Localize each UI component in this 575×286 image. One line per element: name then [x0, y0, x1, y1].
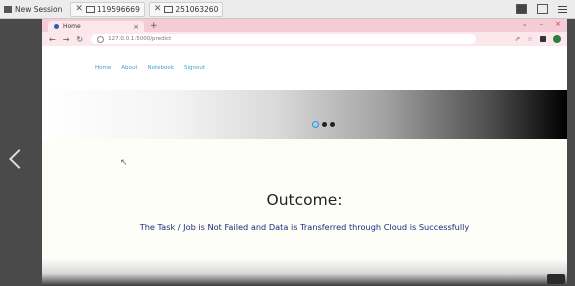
window-icon[interactable]	[537, 4, 548, 14]
address-bar[interactable]: 127.0.0.1:5000/predict	[91, 34, 477, 44]
site-nav: Home About Notebook Signout	[42, 46, 567, 90]
remote-viewer-bar: New Session ✕ 119596669 ✕ 251063260	[0, 0, 575, 19]
carousel-dot[interactable]	[322, 122, 327, 127]
nav-home[interactable]: Home	[95, 65, 111, 71]
tab-strip: Home × + ⌄ – ×	[42, 19, 567, 32]
minimize-icon[interactable]: –	[540, 20, 544, 28]
monitor-icon	[164, 5, 174, 13]
forward-icon[interactable]: →	[63, 35, 70, 44]
viewer-tab-label: 119596669	[96, 4, 140, 14]
back-icon[interactable]: ←	[49, 35, 56, 44]
session-icon	[4, 5, 12, 13]
browser-window: Home × + ⌄ – × ← → ↻ 127.0.0.1:5000/pred…	[42, 19, 567, 286]
fullscreen-icon[interactable]	[516, 4, 527, 14]
left-panel	[0, 19, 42, 286]
new-session-button[interactable]: New Session	[0, 0, 66, 18]
carousel-dot[interactable]	[312, 121, 319, 128]
hero-banner	[42, 90, 567, 139]
nav-about[interactable]: About	[121, 65, 137, 71]
nav-notebook[interactable]: Notebook	[148, 65, 174, 71]
favicon-icon	[54, 24, 59, 29]
chevron-down-icon[interactable]: ⌄	[522, 20, 528, 28]
close-icon[interactable]: ✕	[154, 4, 162, 14]
tab-home[interactable]: Home ×	[48, 21, 144, 32]
menu-icon[interactable]	[558, 8, 567, 10]
extension-icon[interactable]	[540, 36, 546, 42]
bottom-fade	[42, 258, 567, 286]
new-tab-button[interactable]: +	[150, 21, 158, 31]
viewer-tab-2[interactable]: ✕ 251063260	[148, 1, 224, 17]
carousel-indicators	[312, 121, 335, 128]
monitor-icon	[85, 5, 95, 13]
viewer-tab-label: 251063260	[175, 4, 219, 14]
url-text: 127.0.0.1:5000/predict	[108, 36, 172, 42]
chevron-left-icon[interactable]	[9, 149, 29, 169]
right-panel	[567, 19, 575, 286]
corner-button[interactable]	[547, 274, 565, 284]
share-icon[interactable]: ⇗	[515, 35, 520, 43]
outcome-message: The Task / Job is Not Failed and Data is…	[139, 222, 470, 232]
close-icon[interactable]: ✕	[75, 4, 83, 14]
new-session-label: New Session	[15, 4, 63, 14]
reload-icon[interactable]: ↻	[76, 35, 83, 44]
cursor-icon: ↖	[120, 158, 128, 168]
info-icon[interactable]	[97, 35, 105, 43]
star-icon[interactable]: ☆	[527, 35, 533, 43]
browser-toolbar: ← → ↻ 127.0.0.1:5000/predict ⇗ ☆	[42, 32, 567, 46]
nav-signout[interactable]: Signout	[184, 65, 205, 71]
tab-title: Home	[63, 23, 81, 30]
carousel-dot[interactable]	[330, 122, 335, 127]
outcome-title: Outcome:	[266, 191, 343, 209]
close-icon[interactable]: ×	[133, 23, 139, 31]
close-window-icon[interactable]: ×	[555, 20, 561, 28]
viewer-tab-1[interactable]: ✕ 119596669	[70, 1, 145, 17]
avatar[interactable]	[553, 35, 561, 43]
page-content: Home About Notebook Signout ↖ Outcome: T…	[42, 46, 567, 286]
